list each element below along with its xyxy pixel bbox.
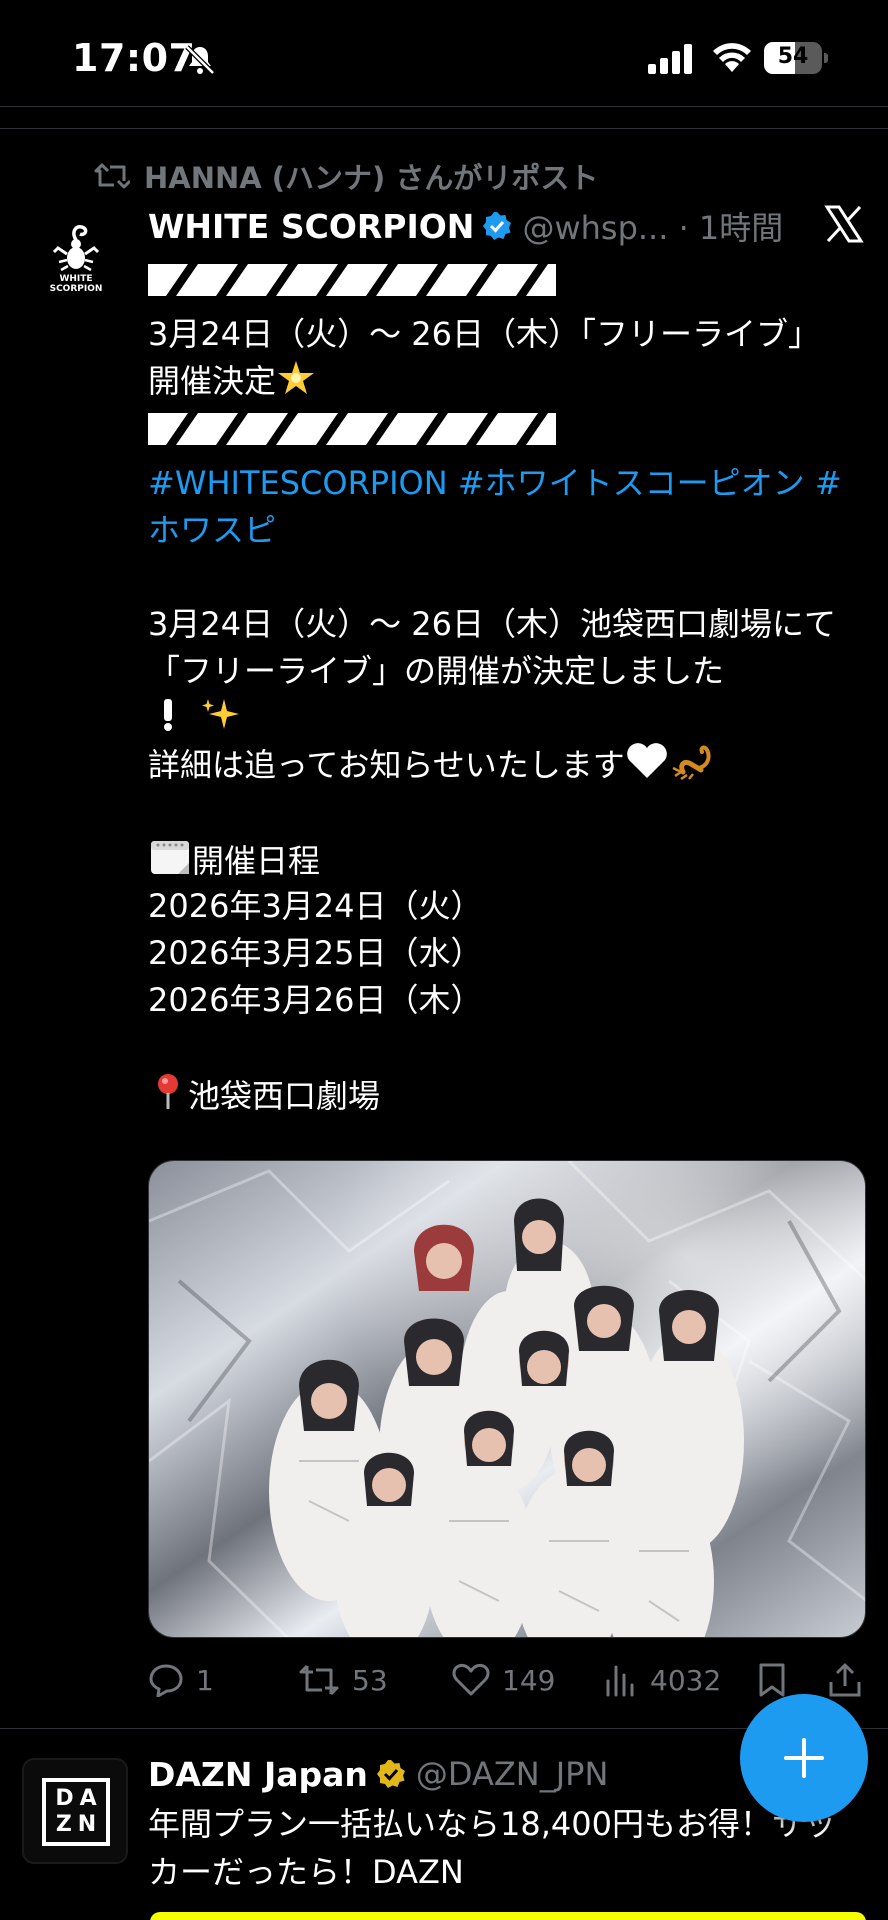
battery-body: 54	[764, 42, 822, 74]
divider	[0, 128, 888, 129]
calendar-icon	[151, 841, 189, 874]
tweet-header: WHITE SCORPION @whsp... · 1時間	[148, 204, 783, 248]
reply-button[interactable]: 1	[148, 1656, 214, 1704]
tweet2-text: 年間プラン一括払いなら18,400円もお得！サッカーだったら！DAZN	[148, 1805, 836, 1891]
tweet2-handle[interactable]: @DAZN_JPN	[416, 1755, 609, 1793]
repost-context[interactable]: HANNA (ハンナ) さんがリポスト	[94, 156, 598, 196]
views-button[interactable]: 4032	[604, 1656, 721, 1704]
avatar-label-line1: WHITE	[59, 274, 93, 284]
white-heart-icon	[626, 743, 667, 778]
reply-count: 1	[196, 1663, 214, 1697]
dazn-logo: DA ZN	[42, 1778, 110, 1846]
tweet-text: 3月24日（火）～ 26日（木）「フリーライブ」 開催決定 #WHITESCOR…	[148, 256, 868, 1118]
venue-name: 池袋西口劇場	[188, 1077, 381, 1115]
reply-icon	[149, 1664, 183, 1697]
compose-button[interactable]	[740, 1694, 868, 1822]
cellular-signal-icon	[648, 44, 692, 74]
avatar-label-line2: SCORPION	[49, 284, 103, 294]
dazn-avatar[interactable]: DA ZN	[22, 1758, 128, 1864]
x-logo-icon[interactable]	[824, 204, 864, 244]
paragraph-1-text: 3月24日（火）～ 26日（木）池袋西口劇場にて「フリーライブ」の開催が決定しま…	[148, 605, 836, 690]
plus-icon	[784, 1738, 824, 1778]
avatar-label: WHITE SCORPION	[40, 274, 112, 294]
tweet-line-title: 3月24日（火）～ 26日（木）「フリーライブ」	[148, 315, 820, 353]
like-count: 149	[502, 1663, 556, 1697]
sparkles-icon	[202, 699, 240, 729]
heart-icon	[452, 1663, 490, 1696]
dazn-logo-text: DA ZN	[55, 1786, 103, 1837]
schedule-date-1: 2026年3月24日（火）	[148, 887, 483, 925]
bell-muted-icon	[185, 45, 215, 75]
tweet-actions: 1 53 149 4032	[148, 1656, 868, 1704]
venue-line: 池袋西口劇場	[148, 1071, 868, 1118]
tweet2-header: DAZN Japan @DAZN_JPN	[148, 1752, 608, 1796]
verified-badge-icon	[483, 212, 512, 240]
stripe-divider-graphic	[148, 264, 556, 296]
handle-and-time[interactable]: @whsp... · 1時間	[522, 203, 783, 249]
schedule-heading: 開催日程	[148, 836, 868, 883]
white-scorpion-avatar[interactable]: WHITE SCORPION	[40, 222, 112, 302]
repost-label: HANNA (ハンナ) さんがリポスト	[144, 161, 599, 195]
view-count: 4032	[650, 1663, 722, 1697]
sparkle-star-icon	[278, 361, 315, 394]
views-chart-icon	[606, 1665, 634, 1697]
battery-indicator: 54	[764, 42, 828, 74]
group-photo-image	[149, 1161, 865, 1637]
status-time: 17:07	[72, 36, 196, 80]
share-icon	[829, 1663, 861, 1697]
repost-icon	[299, 1664, 339, 1696]
display-name[interactable]: WHITE SCORPION	[148, 207, 474, 246]
hashtag-links[interactable]: #WHITESCORPION #ホワイトスコーピオン #ホワスピ	[148, 460, 868, 554]
tweet-photo[interactable]	[148, 1160, 866, 1638]
scorpion-icon	[672, 745, 711, 780]
wifi-icon	[713, 43, 751, 72]
repost-button[interactable]: 53	[298, 1656, 388, 1704]
stripe-line	[148, 264, 868, 311]
stripe-line	[148, 413, 868, 460]
announcement-text: 開催決定	[148, 362, 277, 400]
schedule-label: 開催日程	[192, 842, 321, 880]
status-bar: 17:07 54	[0, 0, 888, 110]
tweet2-display-name[interactable]: DAZN Japan	[148, 1755, 368, 1794]
repost-count: 53	[352, 1663, 388, 1697]
battery-nub	[824, 53, 828, 63]
location-pin-icon	[158, 1074, 178, 1109]
share-button[interactable]	[828, 1656, 874, 1704]
bookmark-icon	[759, 1663, 785, 1697]
repost-icon	[94, 163, 130, 189]
schedule-date-3: 2026年3月26日（木）	[148, 981, 483, 1019]
scorpion-logo-icon	[52, 225, 100, 272]
exclamation-icon	[164, 699, 172, 731]
tweet-line-announcement: 開催決定	[148, 358, 868, 405]
like-button[interactable]: 149	[452, 1656, 555, 1704]
gold-verified-badge-icon	[376, 1760, 405, 1788]
battery-level: 54	[777, 44, 809, 69]
tweet-paragraph-2: 詳細は追ってお知らせいたします	[148, 742, 868, 789]
schedule-date-2: 2026年3月25日（水）	[148, 934, 483, 972]
tweet-paragraph-1: 3月24日（火）～ 26日（木）池袋西口劇場にて「フリーライブ」の開催が決定しま…	[148, 601, 868, 742]
stripe-divider-graphic	[148, 413, 556, 445]
paragraph-2-text: 詳細は追ってお知らせいたします	[148, 746, 625, 784]
divider	[0, 106, 888, 107]
ad-card-preview[interactable]	[150, 1912, 866, 1920]
